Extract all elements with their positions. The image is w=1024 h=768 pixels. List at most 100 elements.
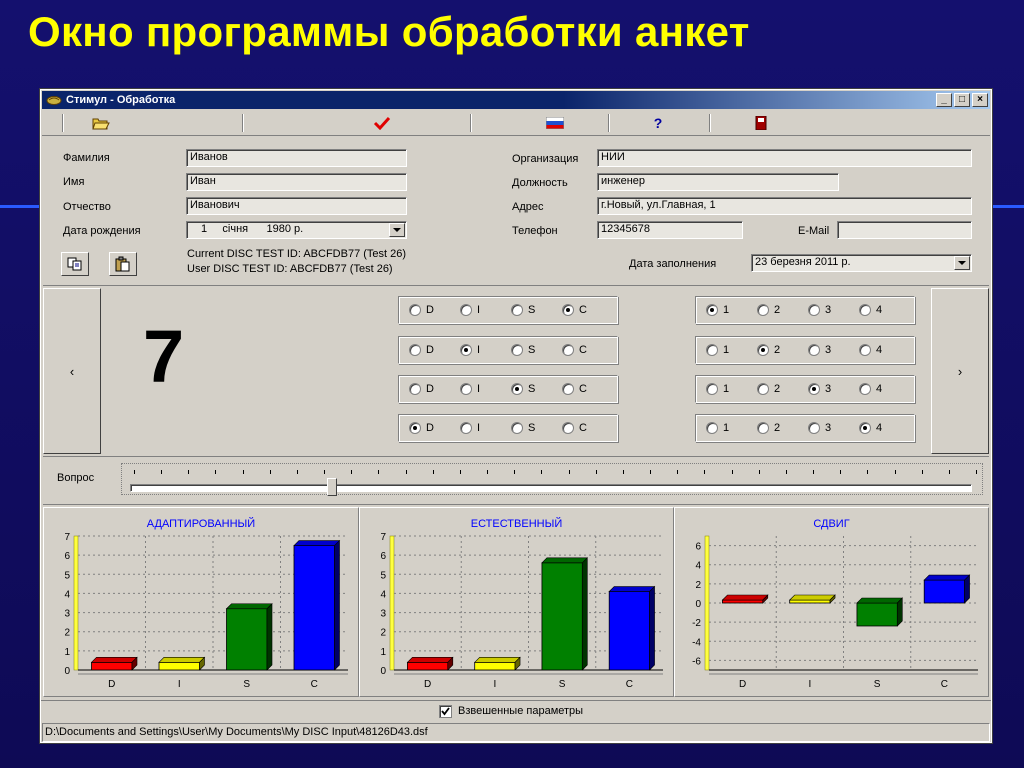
email-field[interactable] xyxy=(837,221,972,239)
radio-icon[interactable] xyxy=(859,304,871,316)
rank-option-3[interactable]: 3 xyxy=(808,383,831,395)
question-slider[interactable] xyxy=(121,463,983,496)
chart-title: ЕСТЕСТВЕННЫЙ xyxy=(471,517,562,530)
fill-date-picker[interactable]: 23 березня 2011 р. xyxy=(751,254,972,272)
letter-option-I[interactable]: I xyxy=(460,344,480,356)
radio-icon[interactable] xyxy=(460,344,472,356)
letter-option-S[interactable]: S xyxy=(511,344,535,356)
paste-button[interactable] xyxy=(109,252,137,276)
letter-option-C[interactable]: C xyxy=(562,344,587,356)
rank-option-3[interactable]: 3 xyxy=(808,344,831,356)
radio-icon[interactable] xyxy=(511,422,523,434)
letter-group-1: DISC xyxy=(398,296,618,324)
previous-question-button[interactable]: ‹ xyxy=(43,288,101,454)
radio-icon[interactable] xyxy=(460,383,472,395)
close-button[interactable]: × xyxy=(972,93,988,107)
letter-option-I[interactable]: I xyxy=(460,383,480,395)
rank-option-2[interactable]: 2 xyxy=(757,304,780,316)
letter-option-D[interactable]: D xyxy=(409,344,434,356)
radio-icon[interactable] xyxy=(859,344,871,356)
address-field[interactable]: г.Новый, ул.Главная, 1 xyxy=(597,197,972,215)
rank-option-2[interactable]: 2 xyxy=(757,422,780,434)
exit-door-icon[interactable] xyxy=(752,115,770,131)
radio-icon[interactable] xyxy=(511,304,523,316)
organization-field[interactable]: НИИ xyxy=(597,149,972,167)
radio-icon[interactable] xyxy=(808,383,820,395)
letter-option-C[interactable]: C xyxy=(562,383,587,395)
weighted-params-checkbox[interactable] xyxy=(439,705,452,718)
radio-icon[interactable] xyxy=(757,383,769,395)
radio-icon[interactable] xyxy=(562,304,574,316)
patronymic-field[interactable]: Иванович xyxy=(186,197,407,215)
letter-option-C[interactable]: C xyxy=(562,304,587,316)
radio-icon[interactable] xyxy=(706,304,718,316)
rank-option-3[interactable]: 3 xyxy=(808,422,831,434)
slider-thumb[interactable] xyxy=(327,478,338,496)
radio-icon[interactable] xyxy=(706,344,718,356)
radio-icon[interactable] xyxy=(757,422,769,434)
rank-option-4[interactable]: 4 xyxy=(859,422,882,434)
radio-icon[interactable] xyxy=(562,422,574,434)
letter-option-D[interactable]: D xyxy=(409,304,434,316)
minimize-button[interactable]: _ xyxy=(936,93,952,107)
bar-C xyxy=(293,545,335,671)
radio-icon[interactable] xyxy=(409,383,421,395)
rank-option-1[interactable]: 1 xyxy=(706,422,729,434)
birth-date-dropdown-button[interactable] xyxy=(389,223,405,237)
rank-option-4[interactable]: 4 xyxy=(859,344,882,356)
radio-icon[interactable] xyxy=(808,304,820,316)
check-icon[interactable] xyxy=(373,115,391,131)
letter-option-S[interactable]: S xyxy=(511,304,535,316)
rank-option-4[interactable]: 4 xyxy=(859,304,882,316)
letter-option-I[interactable]: I xyxy=(460,422,480,434)
next-question-button[interactable]: › xyxy=(931,288,989,454)
radio-icon[interactable] xyxy=(409,344,421,356)
radio-icon[interactable] xyxy=(460,304,472,316)
slider-track[interactable] xyxy=(130,484,972,492)
rank-option-3[interactable]: 3 xyxy=(808,304,831,316)
radio-icon[interactable] xyxy=(706,422,718,434)
radio-icon[interactable] xyxy=(511,383,523,395)
letter-option-S[interactable]: S xyxy=(511,383,535,395)
fill-date-dropdown-button[interactable] xyxy=(954,256,970,270)
rank-option-1[interactable]: 1 xyxy=(706,304,729,316)
radio-icon[interactable] xyxy=(757,304,769,316)
radio-icon[interactable] xyxy=(562,383,574,395)
bar-C xyxy=(608,591,650,671)
letter-option-D[interactable]: D xyxy=(409,422,434,434)
letter-option-S[interactable]: S xyxy=(511,422,535,434)
open-folder-icon[interactable] xyxy=(92,115,110,131)
toolbar-separator xyxy=(62,114,64,132)
organization-label: Организация xyxy=(512,153,579,165)
radio-icon[interactable] xyxy=(562,344,574,356)
letter-option-C[interactable]: C xyxy=(562,422,587,434)
language-flag-icon[interactable] xyxy=(546,115,564,131)
name-field[interactable]: Иван xyxy=(186,173,407,191)
radio-icon[interactable] xyxy=(808,422,820,434)
help-icon[interactable]: ? xyxy=(649,115,667,131)
rank-option-2[interactable]: 2 xyxy=(757,344,780,356)
surname-field[interactable]: Иванов xyxy=(186,149,407,167)
radio-icon[interactable] xyxy=(511,344,523,356)
rank-option-2[interactable]: 2 xyxy=(757,383,780,395)
radio-icon[interactable] xyxy=(859,422,871,434)
position-field[interactable]: инженер xyxy=(597,173,839,191)
copy-button[interactable] xyxy=(61,252,89,276)
radio-icon[interactable] xyxy=(409,422,421,434)
radio-icon[interactable] xyxy=(757,344,769,356)
maximize-button[interactable]: □ xyxy=(954,93,970,107)
rank-option-1[interactable]: 1 xyxy=(706,383,729,395)
phone-field[interactable]: 12345678 xyxy=(597,221,743,239)
radio-icon[interactable] xyxy=(460,422,472,434)
radio-icon[interactable] xyxy=(409,304,421,316)
letter-option-D[interactable]: D xyxy=(409,383,434,395)
rank-option-4[interactable]: 4 xyxy=(859,383,882,395)
radio-icon[interactable] xyxy=(808,344,820,356)
letter-option-I[interactable]: I xyxy=(460,304,480,316)
rank-option-1[interactable]: 1 xyxy=(706,344,729,356)
radio-icon[interactable] xyxy=(859,383,871,395)
chart-shift-svg: СДВИГ -6 -4 -2 0 2 4 6 D I S C xyxy=(692,518,978,690)
birth-date-picker[interactable]: 1 січня 1980 р. xyxy=(186,221,407,239)
window-titlebar[interactable]: Стимул - Обработка _ □ × xyxy=(42,91,990,109)
radio-icon[interactable] xyxy=(706,383,718,395)
